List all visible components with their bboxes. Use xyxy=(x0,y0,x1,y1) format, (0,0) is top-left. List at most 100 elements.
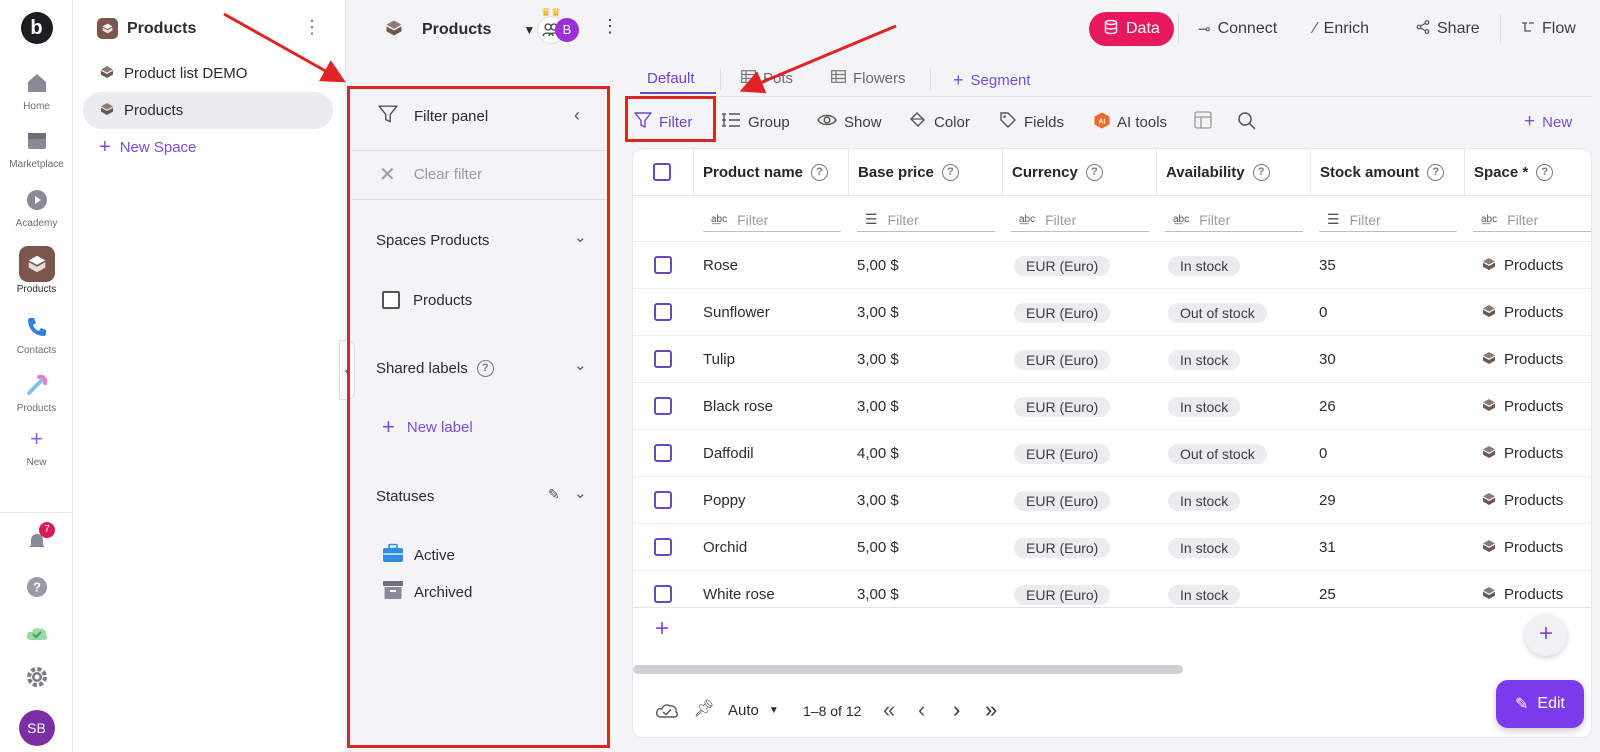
cell-stock-amount[interactable]: 0 xyxy=(1319,289,1327,336)
cell-currency[interactable]: EUR (Euro) xyxy=(1014,289,1111,336)
row-checkbox[interactable] xyxy=(654,350,672,368)
filter-input-availability[interactable]: a͟bc Filter xyxy=(1165,208,1303,232)
cell-base-price[interactable]: 3,00 $ xyxy=(857,571,899,618)
status-active[interactable]: Active xyxy=(352,537,607,573)
cell-availability[interactable]: In stock xyxy=(1168,524,1241,571)
filter-input-currency[interactable]: a͟bc Filter xyxy=(1011,208,1149,232)
cell-product-name[interactable]: White rose xyxy=(703,571,775,618)
collapse-panel-handle[interactable]: ‹ xyxy=(339,340,355,400)
cell-availability[interactable]: Out of stock xyxy=(1168,430,1267,477)
cell-stock-amount[interactable]: 0 xyxy=(1319,430,1327,477)
cell-base-price[interactable]: 3,00 $ xyxy=(857,336,899,383)
select-all-checkbox[interactable] xyxy=(653,163,671,181)
cell-availability[interactable]: In stock xyxy=(1168,383,1241,430)
pin-icon[interactable]: 📌︎ xyxy=(693,699,715,719)
cell-product-name[interactable]: Black rose xyxy=(703,383,773,430)
fab-add-button[interactable]: + xyxy=(1525,614,1567,656)
table-row[interactable]: White rose 3,00 $ EUR (Euro) In stock 25 Prod… xyxy=(633,570,1591,618)
table-row[interactable]: Poppy 3,00 $ EUR (Euro) In stock 29 Products xyxy=(633,476,1591,524)
data-button[interactable]: Data xyxy=(1089,12,1174,46)
next-page-icon[interactable]: › xyxy=(953,697,960,723)
cell-space[interactable]: Products xyxy=(1481,571,1563,618)
rail-item-academy[interactable]: Academy xyxy=(0,185,73,229)
row-checkbox[interactable] xyxy=(654,397,672,415)
new-label-button[interactable]: + New label xyxy=(352,409,607,445)
filter-input-stock-amount[interactable]: ☰ Filter xyxy=(1319,208,1457,232)
cell-base-price[interactable]: 5,00 $ xyxy=(857,242,899,289)
cell-stock-amount[interactable]: 29 xyxy=(1319,477,1336,524)
pencil-icon[interactable]: ✎ xyxy=(548,486,560,503)
first-page-icon[interactable]: « xyxy=(883,697,895,723)
cell-product-name[interactable]: Tulip xyxy=(703,336,735,383)
rail-item-new[interactable]: + New xyxy=(0,424,73,468)
cell-stock-amount[interactable]: 25 xyxy=(1319,571,1336,618)
space-item-product-list-demo[interactable]: Product list DEMO xyxy=(83,55,333,92)
cell-currency[interactable]: EUR (Euro) xyxy=(1014,336,1111,383)
cell-currency[interactable]: EUR (Euro) xyxy=(1014,383,1111,430)
space-item-products[interactable]: Products xyxy=(83,92,333,129)
rail-item-contacts[interactable]: Contacts xyxy=(0,312,73,356)
cell-currency[interactable]: EUR (Euro) xyxy=(1014,477,1111,524)
cell-stock-amount[interactable]: 26 xyxy=(1319,383,1336,430)
cell-space[interactable]: Products xyxy=(1481,242,1563,289)
cloud-icon[interactable] xyxy=(655,701,679,723)
cell-space[interactable]: Products xyxy=(1481,336,1563,383)
share-button[interactable]: Share xyxy=(1416,12,1480,46)
cell-product-name[interactable]: Sunflower xyxy=(703,289,770,336)
cell-stock-amount[interactable]: 31 xyxy=(1319,524,1336,571)
cell-space[interactable]: Products xyxy=(1481,289,1563,336)
table-row[interactable]: Black rose 3,00 $ EUR (Euro) In stock 26 Prod… xyxy=(633,382,1591,430)
user-avatar[interactable]: SB xyxy=(0,710,73,746)
cell-availability[interactable]: In stock xyxy=(1168,477,1241,524)
tab-segment[interactable]: + Segment xyxy=(953,70,1031,91)
rail-item-products-2[interactable]: Products xyxy=(0,370,73,414)
show-button[interactable]: Show xyxy=(817,111,882,133)
column-header-product-name[interactable]: Product name? xyxy=(694,149,849,195)
cell-base-price[interactable]: 4,00 $ xyxy=(857,430,899,477)
cell-product-name[interactable]: Daffodil xyxy=(703,430,754,477)
more-vertical-icon[interactable]: ⋮ xyxy=(601,16,619,37)
column-header-stock-amount[interactable]: Stock amount? xyxy=(1311,149,1465,195)
layout-button[interactable] xyxy=(1194,111,1212,133)
fields-button[interactable]: Fields xyxy=(999,111,1064,133)
notifications-button[interactable]: 7 xyxy=(0,522,73,559)
rail-item-marketplace[interactable]: Marketplace xyxy=(0,126,73,170)
filter-input-product-name[interactable]: a͟bc Filter xyxy=(703,208,841,232)
rail-item-home[interactable]: Home xyxy=(0,68,73,112)
collaborators[interactable]: B ♛♛ xyxy=(537,7,583,44)
cell-availability[interactable]: In stock xyxy=(1168,336,1241,383)
cell-stock-amount[interactable]: 30 xyxy=(1319,336,1336,383)
group-button[interactable]: Group xyxy=(721,111,790,133)
chevron-left-icon[interactable]: ‹ xyxy=(574,105,580,126)
filter-input-base-price[interactable]: ☰ Filter xyxy=(857,208,995,232)
add-row-button[interactable]: + xyxy=(655,615,669,643)
tab-default[interactable]: Default xyxy=(647,70,695,87)
cell-availability[interactable]: In stock xyxy=(1168,571,1241,618)
row-checkbox[interactable] xyxy=(654,303,672,321)
ai-tools-button[interactable]: AI AI tools xyxy=(1094,111,1167,133)
row-checkbox[interactable] xyxy=(654,585,672,603)
cell-product-name[interactable]: Orchid xyxy=(703,524,747,571)
status-archived[interactable]: Archived xyxy=(352,574,607,610)
cell-availability[interactable]: Out of stock xyxy=(1168,289,1267,336)
column-header-base-price[interactable]: Base price? xyxy=(849,149,1003,195)
row-checkbox[interactable] xyxy=(654,256,672,274)
table-row[interactable]: Sunflower 3,00 $ EUR (Euro) Out of stock 0 Pr… xyxy=(633,288,1591,336)
cell-currency[interactable]: EUR (Euro) xyxy=(1014,524,1111,571)
table-title-group[interactable]: Products ▼ xyxy=(384,18,535,42)
table-row[interactable]: Orchid 5,00 $ EUR (Euro) In stock 31 Products xyxy=(633,523,1591,571)
prev-page-icon[interactable]: ‹ xyxy=(918,697,925,723)
cell-space[interactable]: Products xyxy=(1481,477,1563,524)
cell-currency[interactable]: EUR (Euro) xyxy=(1014,242,1111,289)
tab-pots[interactable]: Pots xyxy=(741,70,793,87)
search-button[interactable] xyxy=(1237,111,1256,133)
checkbox[interactable] xyxy=(382,291,400,309)
table-row[interactable]: Tulip 3,00 $ EUR (Euro) In stock 30 Products xyxy=(633,335,1591,383)
tab-flowers[interactable]: Flowers xyxy=(831,70,906,87)
row-checkbox[interactable] xyxy=(654,538,672,556)
row-height-select[interactable]: Auto ▼ xyxy=(728,702,779,719)
cell-currency[interactable]: EUR (Euro) xyxy=(1014,571,1111,618)
connect-button[interactable]: ⊸ Connect xyxy=(1198,12,1277,46)
new-record-button[interactable]: + New xyxy=(1524,111,1572,133)
last-page-icon[interactable]: » xyxy=(985,697,997,723)
